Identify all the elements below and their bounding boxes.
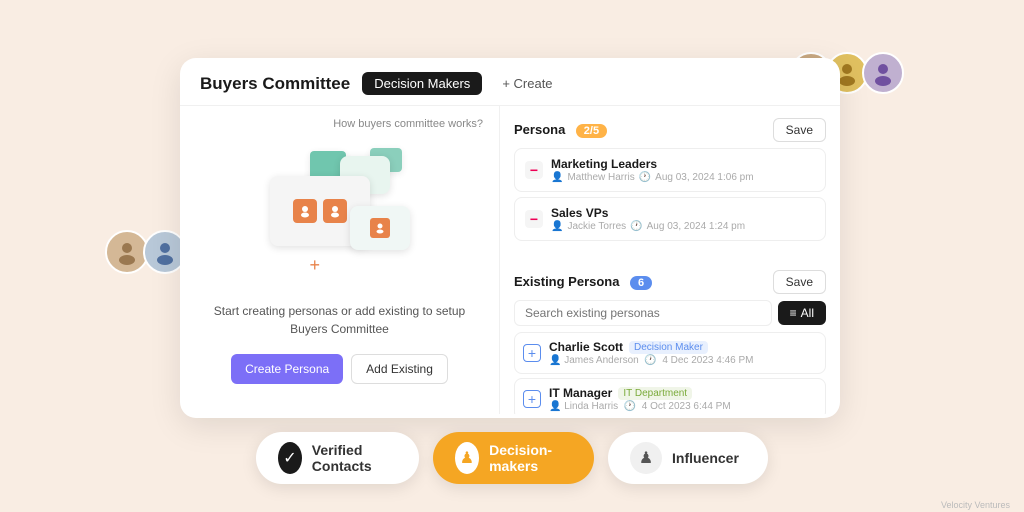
left-panel: How buyers committee works? — [180, 106, 500, 414]
existing-info-2: IT Manager IT Department 👤 Linda Harris … — [549, 386, 817, 412]
verified-icon: ✓ — [278, 442, 302, 474]
existing-section: Existing Persona 6 Save ≡ All + — [514, 270, 826, 414]
pill-influencer[interactable]: ♟ Influencer — [608, 432, 768, 484]
persona-save-button[interactable]: Save — [773, 118, 826, 142]
pill-decision[interactable]: ♟ Decision-makers — [433, 432, 594, 484]
persona-user-icon-2: 👤 — [551, 221, 563, 232]
persona-date-1: Aug 03, 2024 1:06 pm — [655, 172, 753, 183]
existing-tag-2: IT Department — [618, 387, 692, 400]
persona-meta-1: 👤 Matthew Harris 🕐 Aug 03, 2024 1:06 pm — [551, 172, 815, 183]
filter-all-button[interactable]: ≡ All — [778, 301, 826, 325]
add-existing-1[interactable]: + — [523, 344, 541, 362]
existing-badge: 6 — [630, 276, 652, 290]
main-card: Buyers Committee Decision Makers + Creat… — [180, 58, 840, 418]
persona-user-1: Matthew Harris — [567, 172, 634, 183]
existing-sub-2: 👤 Linda Harris 🕐 4 Oct 2023 6:44 PM — [549, 401, 817, 412]
persona-remove-2[interactable]: − — [525, 210, 543, 228]
existing-save-button[interactable]: Save — [773, 270, 826, 294]
persona-clock-icon-2: 🕐 — [630, 221, 642, 232]
search-input[interactable] — [514, 300, 772, 326]
existing-item-1: + Charlie Scott Decision Maker 👤 James A… — [514, 332, 826, 374]
illus-card-small — [350, 206, 410, 250]
persona-section-title: Persona — [514, 122, 565, 137]
persona-item-2: − Sales VPs 👤 Jackie Torres 🕐 Aug 03, 20… — [514, 197, 826, 241]
persona-remove-1[interactable]: − — [525, 161, 543, 179]
left-description: Start creating personas or add existing … — [196, 302, 483, 338]
card-header: Buyers Committee Decision Makers + Creat… — [180, 58, 840, 106]
create-persona-button[interactable]: Create Persona — [231, 354, 343, 384]
existing-tag-1: Decision Maker — [629, 341, 708, 354]
how-link[interactable]: How buyers committee works? — [333, 118, 483, 130]
existing-title-group: Existing Persona 6 — [514, 273, 652, 291]
persona-info-2: Sales VPs 👤 Jackie Torres 🕐 Aug 03, 2024… — [551, 206, 815, 232]
persona-clock-icon-1: 🕐 — [639, 172, 651, 183]
add-existing-button[interactable]: Add Existing — [351, 354, 448, 384]
filter-label: All — [801, 306, 814, 320]
button-row: Create Persona Add Existing — [231, 354, 448, 384]
persona-section: Persona 2/5 Save − Marketing Leaders 👤 M… — [514, 118, 826, 246]
bottom-bar: ✓ Verified Contacts ♟ Decision-makers ♟ … — [256, 432, 768, 484]
existing-section-title: Existing Persona — [514, 274, 619, 289]
right-panel: Persona 2/5 Save − Marketing Leaders 👤 M… — [500, 106, 840, 414]
illus-avatar-row — [293, 199, 347, 223]
decision-label: Decision-makers — [489, 442, 572, 474]
existing-user-icon-2: 👤 — [549, 401, 561, 412]
persona-date-2: Aug 03, 2024 1:24 pm — [647, 221, 745, 232]
plus-icon: + — [310, 255, 321, 276]
persona-badge: 2/5 — [576, 124, 607, 138]
existing-section-header: Existing Persona 6 Save — [514, 270, 826, 294]
tab-create[interactable]: + Create — [494, 72, 560, 95]
tab-decision-makers[interactable]: Decision Makers — [362, 72, 482, 95]
existing-item-2: + IT Manager IT Department 👤 Linda Harri… — [514, 378, 826, 414]
persona-section-header: Persona 2/5 Save — [514, 118, 826, 142]
persona-name-2: Sales VPs — [551, 206, 815, 220]
persona-meta-2: 👤 Jackie Torres 🕐 Aug 03, 2024 1:24 pm — [551, 221, 815, 232]
existing-name-1: Charlie Scott — [549, 340, 623, 354]
persona-info-1: Marketing Leaders 👤 Matthew Harris 🕐 Aug… — [551, 157, 815, 183]
persona-item-1: − Marketing Leaders 👤 Matthew Harris 🕐 A… — [514, 148, 826, 192]
avatar-3 — [862, 52, 904, 94]
card-body: How buyers committee works? — [180, 106, 840, 414]
verified-label: Verified Contacts — [312, 442, 397, 474]
illus-av-2 — [323, 199, 347, 223]
page-title: Buyers Committee — [200, 74, 350, 94]
illustration: + — [250, 146, 430, 286]
persona-user-icon-1: 👤 — [551, 172, 563, 183]
add-existing-2[interactable]: + — [523, 390, 541, 408]
persona-user-2: Jackie Torres — [567, 221, 626, 232]
illus-av-1 — [293, 199, 317, 223]
filter-icon: ≡ — [790, 306, 797, 320]
existing-sub-1: 👤 James Anderson 🕐 4 Dec 2023 4:46 PM — [549, 355, 817, 366]
existing-user-icon-1: 👤 — [549, 355, 561, 366]
pill-verified[interactable]: ✓ Verified Contacts — [256, 432, 419, 484]
influencer-label: Influencer — [672, 450, 739, 466]
existing-info-1: Charlie Scott Decision Maker 👤 James And… — [549, 340, 817, 366]
velocity-tag: Velocity Ventures — [941, 500, 1010, 510]
search-row: ≡ All — [514, 300, 826, 326]
persona-title-group: Persona 2/5 — [514, 121, 607, 139]
decision-icon: ♟ — [455, 442, 479, 474]
persona-name-1: Marketing Leaders — [551, 157, 815, 171]
influencer-icon: ♟ — [630, 442, 662, 474]
existing-name-2: IT Manager — [549, 386, 612, 400]
